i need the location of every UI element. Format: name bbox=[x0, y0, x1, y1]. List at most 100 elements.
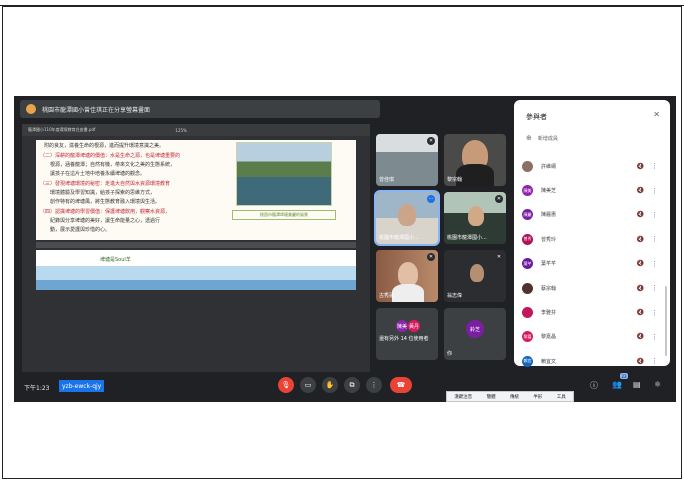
participants-panel: 參與者 ✕ ⊕ 新增成員 許維綱 🔇 ⋮ 陳美 陳美芝 🔇 ⋮ 陳麗 陳麗惠 🔇 bbox=[514, 100, 670, 367]
avatar: 賴宜 bbox=[522, 355, 533, 367]
people-icon[interactable]: 👥 bbox=[612, 380, 622, 389]
leave-call-button[interactable]: ☎ bbox=[390, 377, 412, 393]
info-icon[interactable]: ⓘ bbox=[590, 380, 598, 391]
mic-off-icon: 🔇 bbox=[636, 357, 644, 365]
panel-title: 參與者 bbox=[526, 113, 547, 121]
participants-list: 許維綱 🔇 ⋮ 陳美 陳美芝 🔇 ⋮ 陳麗 陳麗惠 🔇 ⋮ 曾秀 曾秀玲 🔇 ⋮ bbox=[522, 154, 662, 374]
video-tile[interactable]: ✕ 桃園市龍潭國小... bbox=[444, 192, 506, 244]
tile-name: 桃園市龍潭國小... bbox=[447, 235, 487, 241]
list-item[interactable]: 賴宜 賴宜文 🔇 ⋮ bbox=[522, 349, 662, 373]
mic-off-icon: 🔇 bbox=[636, 260, 644, 268]
activities-icon[interactable]: ⚛ bbox=[654, 380, 661, 389]
video-tile-active[interactable]: ⋯ 桃園市龍潭國小... bbox=[374, 190, 440, 246]
more-options-button[interactable]: ⋮ bbox=[366, 377, 382, 393]
ime-item[interactable]: 工具 bbox=[557, 394, 566, 400]
participant-face bbox=[468, 206, 484, 226]
page-separator bbox=[36, 242, 356, 248]
more-vert-icon[interactable]: ⋮ bbox=[651, 309, 658, 317]
doc-line: 附的良友，滋養生命的根源，進而提升環境意識之美。 bbox=[44, 143, 165, 149]
participant-name: 蔡宗翰 bbox=[541, 285, 557, 292]
avatar: 陳美 bbox=[522, 185, 533, 197]
tile-name: 古秀蓮 bbox=[379, 293, 395, 299]
add-people-button[interactable]: ⊕ 新增成員 bbox=[526, 134, 558, 142]
doc-line: 動，展示愛護與珍惜的心。 bbox=[50, 227, 111, 233]
page2-text: 埤塘是Soul羊 bbox=[100, 257, 131, 263]
avatar: 葉芊 bbox=[522, 258, 533, 270]
more-vert-icon[interactable]: ⋮ bbox=[651, 260, 658, 268]
more-icon: ⋯ bbox=[427, 195, 435, 203]
video-tile[interactable]: ✕ 古秀蓮 bbox=[376, 250, 438, 302]
mic-off-icon: 🔇 bbox=[636, 187, 644, 195]
list-item[interactable]: 曾秀 曾秀玲 🔇 ⋮ bbox=[522, 227, 662, 251]
doc-line: （四）認識埤塘的學習價值：保護埤塘飲用，觀察水資源， bbox=[40, 209, 171, 215]
more-vert-icon[interactable]: ⋮ bbox=[651, 162, 658, 170]
list-item[interactable]: 黎嘉 黎嘉晶 🔇 ⋮ bbox=[522, 325, 662, 349]
avatar: 黃丹 bbox=[408, 320, 420, 332]
more-vert-icon[interactable]: ⋮ bbox=[651, 333, 658, 341]
participant-name: 陳麗惠 bbox=[541, 212, 557, 219]
video-tile[interactable]: 黎宗翰 bbox=[444, 134, 506, 186]
avatar: 陳麗 bbox=[522, 209, 533, 221]
doc-line: （二）深耕的龍潭埤塘的價值：水是生命之源，也是埤塘重要的 bbox=[40, 153, 181, 159]
more-vert-icon[interactable]: ⋮ bbox=[651, 357, 658, 365]
list-item[interactable]: 陳美 陳美芝 🔇 ⋮ bbox=[522, 178, 662, 202]
pdf-page: 附的良友，滋養生命的根源，進而提升環境意識之美。 （二）深耕的龍潭埤塘的價值：水… bbox=[36, 140, 356, 240]
panel-scrollbar[interactable] bbox=[665, 286, 667, 356]
participant-name: 葉芊芊 bbox=[541, 261, 557, 268]
close-icon[interactable]: ✕ bbox=[653, 110, 660, 119]
camera-toggle-button[interactable]: ▭ bbox=[300, 377, 316, 393]
presenting-text: 桃園市龍潭國小曾佳琪正在分享螢幕畫面 bbox=[42, 106, 151, 114]
chat-icon[interactable]: ▤ bbox=[633, 380, 641, 389]
doc-line: 紀錄與分享埤塘的美好，讓生命能量之心，透過行 bbox=[50, 218, 161, 224]
ime-item[interactable]: 漢鍵注音 bbox=[454, 394, 472, 400]
clock: 下午1:23 bbox=[24, 385, 50, 392]
tile-name: 翁志偉 bbox=[447, 293, 463, 299]
raise-hand-button[interactable]: ✋ bbox=[322, 377, 338, 393]
avatar bbox=[522, 307, 533, 319]
more-vert-icon[interactable]: ⋮ bbox=[651, 235, 658, 243]
ime-item[interactable]: 半形 bbox=[533, 394, 542, 400]
more-vert-icon[interactable]: ⋮ bbox=[651, 187, 658, 195]
participant-face bbox=[470, 264, 484, 282]
list-item[interactable]: 陳麗 陳麗惠 🔇 ⋮ bbox=[522, 203, 662, 227]
participant-face bbox=[398, 262, 418, 286]
avatar: 陳美 bbox=[396, 320, 408, 332]
participant-name: 陳美芝 bbox=[541, 188, 557, 195]
list-item[interactable]: 蔡宗翰 🔇 ⋮ bbox=[522, 276, 662, 300]
video-tile[interactable]: ✕ 曾佳琪 bbox=[376, 134, 438, 186]
mic-toggle-button[interactable]: 🎙 bbox=[278, 377, 294, 393]
presenting-banner: 桃園市龍潭國小曾佳琪正在分享螢幕畫面 bbox=[20, 100, 380, 118]
avatar: 鈴芝 bbox=[466, 320, 484, 338]
mic-off-icon: 🔇 bbox=[636, 211, 644, 219]
ime-toolbar: 漢鍵注音 簡體 傳統 半形 工具 bbox=[446, 391, 574, 402]
avatar: 黎嘉 bbox=[522, 331, 533, 343]
add-people-label: 新增成員 bbox=[537, 135, 558, 142]
list-item[interactable]: 葉芊 葉芊芊 🔇 ⋮ bbox=[522, 252, 662, 276]
ime-item[interactable]: 簡體 bbox=[487, 394, 496, 400]
pdf-filename: 龍潭國小110年度環境教育白皮書.pdf bbox=[28, 127, 96, 132]
more-vert-icon[interactable]: ⋮ bbox=[651, 211, 658, 219]
self-tile[interactable]: 鈴芝 你 bbox=[444, 308, 506, 360]
more-participants-tile[interactable]: 陳美 黃丹 還有另外 14 位使用者 bbox=[376, 308, 438, 360]
list-item[interactable]: 許維綱 🔇 ⋮ bbox=[522, 154, 662, 178]
add-person-icon: ⊕ bbox=[526, 134, 532, 142]
tile-name: 桃園市龍潭國小... bbox=[379, 235, 419, 241]
pdf-zoom: 125% bbox=[175, 127, 187, 133]
participant-name: 曾秀玲 bbox=[541, 236, 557, 243]
doc-line: 根源，涵養龍潭；自然有機，帶來文化之美的生態系統， bbox=[50, 162, 176, 168]
participant-name: 許維綱 bbox=[541, 163, 557, 170]
participant-name: 賴宜文 bbox=[541, 358, 557, 365]
doc-line: 讓孩子在這片土地中培養永續埤塘的觀念。 bbox=[50, 171, 146, 177]
ime-item[interactable]: 傳統 bbox=[510, 394, 519, 400]
list-item[interactable]: 李雅芬 🔇 ⋮ bbox=[522, 300, 662, 324]
mic-off-icon: ✕ bbox=[495, 195, 503, 203]
video-tile[interactable]: ✕ 翁志偉 bbox=[444, 250, 506, 302]
participant-count-badge: 23 bbox=[620, 373, 628, 379]
participant-name: 黎嘉晶 bbox=[541, 334, 557, 341]
doc-line: 環境體驗及學習知識，給孩子探索的思維方式， bbox=[50, 190, 156, 196]
shared-screen: 龍潭國小110年度環境教育白皮書.pdf 125% 附的良友，滋養生命的根源，進… bbox=[22, 124, 370, 372]
doc-line: （三）發現埤塘環境的秘密：走進大自然與水資源環境教育 bbox=[40, 181, 171, 187]
more-vert-icon[interactable]: ⋮ bbox=[651, 284, 658, 292]
pdf-toolbar: 龍潭國小110年度環境教育白皮書.pdf 125% bbox=[22, 124, 370, 136]
present-button[interactable]: ⧉ bbox=[344, 377, 360, 393]
